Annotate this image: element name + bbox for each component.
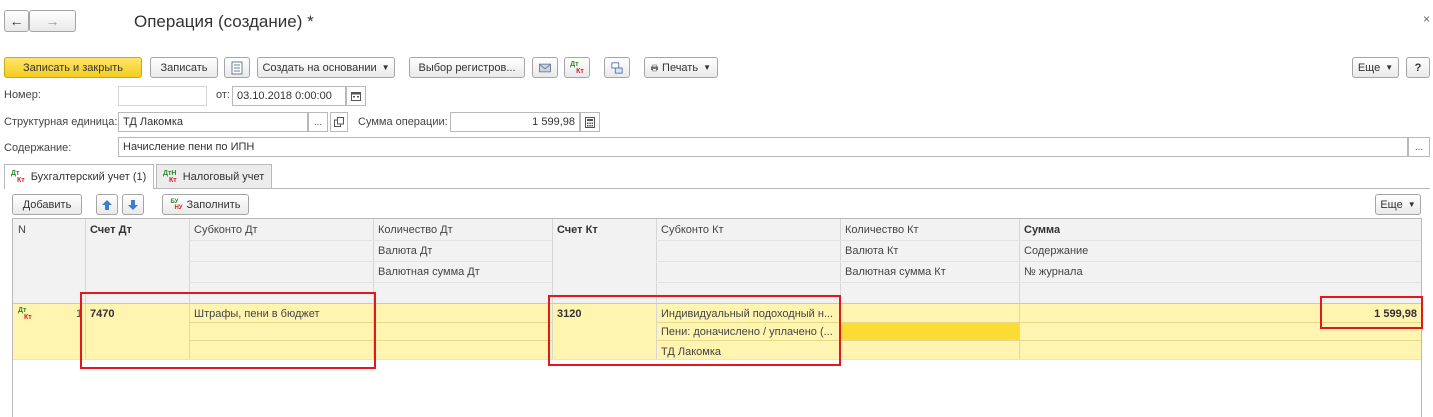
move-down-button[interactable] (122, 194, 144, 215)
envelope-icon (539, 63, 551, 72)
col-header-currency-kt[interactable]: Валюта Кт (845, 245, 898, 257)
fill-button[interactable]: БУ НУ Заполнить (162, 194, 249, 215)
document-list-button[interactable] (224, 57, 250, 78)
annotation-box-account-kt (548, 295, 841, 366)
structure-button[interactable] (604, 57, 630, 78)
annotation-box-account-dt (80, 292, 376, 369)
tab-tax-label: Налоговый учет (182, 170, 265, 183)
fill-label: Заполнить (186, 198, 241, 211)
col-header-account-dt[interactable]: Счет Дт (90, 224, 132, 236)
move-up-button[interactable] (96, 194, 118, 215)
active-cell[interactable] (841, 322, 1019, 340)
col-header-subconto-kt[interactable]: Субконто Кт (661, 224, 724, 236)
dt-kt-icon: Дт Кт (570, 60, 584, 75)
calculator-button[interactable] (580, 112, 600, 132)
chevron-down-icon: ▼ (1407, 200, 1416, 209)
col-header-sum[interactable]: Сумма (1024, 224, 1060, 236)
tab-strip-line (4, 188, 1430, 189)
more-button[interactable]: Еще ▼ (1352, 57, 1399, 78)
sum-value: 1 599,98 (532, 116, 575, 128)
unit-select-button[interactable]: ... (308, 112, 328, 132)
close-icon[interactable]: × (1423, 12, 1430, 26)
col-header-quantity-dt[interactable]: Количество Дт (378, 224, 453, 236)
unit-label: Структурная единица: (4, 116, 118, 128)
save-and-close-button[interactable]: Записать и закрыть (4, 57, 142, 78)
calendar-button[interactable] (346, 86, 366, 106)
col-header-n[interactable]: N (18, 224, 26, 236)
add-button[interactable]: Добавить (12, 194, 82, 215)
unit-open-button[interactable] (330, 112, 348, 132)
number-label: Номер: (4, 89, 41, 101)
dt-kt-button[interactable]: Дт Кт (564, 57, 590, 78)
content-field[interactable]: Начисление пени по ИПН (118, 137, 1408, 157)
content-select-button[interactable]: ... (1408, 137, 1430, 157)
table-more-label: Еще (1380, 198, 1403, 211)
col-header-quantity-kt[interactable]: Количество Кт (845, 224, 919, 236)
col-header-subconto-dt[interactable]: Субконто Дт (194, 224, 258, 236)
save-button[interactable]: Записать (150, 57, 218, 78)
help-button[interactable]: ? (1406, 57, 1430, 78)
table-more-button[interactable]: Еще ▼ (1375, 194, 1421, 215)
window-title: Операция (создание) * (134, 12, 314, 31)
date-field[interactable]: 03.10.2018 0:00:00 (232, 86, 346, 106)
date-label: от: (216, 89, 230, 101)
chevron-down-icon: ▼ (1385, 63, 1394, 72)
open-icon (334, 117, 344, 127)
create-based-on-label: Создать на основании (262, 61, 377, 74)
tab-accounting[interactable]: Дт Кт Бухгалтерский учет (1) (4, 164, 154, 189)
chevron-down-icon: ▼ (381, 63, 390, 72)
content-label: Содержание: (4, 142, 72, 154)
select-registers-button[interactable]: Выбор регистров... (409, 57, 525, 78)
more-label: Еще (1357, 61, 1381, 74)
calendar-icon (351, 92, 361, 101)
annotation-box-sum (1320, 296, 1423, 329)
print-button[interactable]: Печать ▼ (644, 57, 718, 78)
calculator-icon (585, 116, 595, 128)
forward-button[interactable]: → (29, 10, 76, 32)
dt-kt-row-icon: Дт Кт (18, 307, 32, 321)
col-header-journal[interactable]: № журнала (1024, 266, 1083, 278)
col-header-content[interactable]: Содержание (1024, 245, 1088, 257)
create-based-on-button[interactable]: Создать на основании ▼ (257, 57, 395, 78)
chevron-down-icon: ▼ (703, 63, 711, 72)
tab-accounting-label: Бухгалтерский учет (1) (30, 171, 147, 183)
structure-icon (611, 61, 623, 74)
dt-kt-icon: Дт Кт (11, 170, 25, 184)
print-label: Печать (662, 61, 699, 74)
dt-kt-tax-icon: ДтН Кт (163, 169, 177, 184)
envelope-button[interactable] (532, 57, 558, 78)
number-field[interactable] (118, 86, 207, 106)
arrow-down-icon (128, 199, 138, 210)
col-header-currency-dt[interactable]: Валюта Дт (378, 245, 432, 257)
list-icon (231, 61, 243, 74)
unit-field[interactable]: ТД Лакомка (118, 112, 308, 132)
sum-field[interactable]: 1 599,98 (450, 112, 580, 132)
col-header-currency-sum-kt[interactable]: Валютная сумма Кт (845, 266, 946, 278)
col-header-account-kt[interactable]: Счет Кт (557, 224, 598, 236)
printer-icon (651, 64, 659, 71)
arrow-up-icon (102, 199, 112, 210)
back-button[interactable]: ← (4, 10, 29, 32)
col-header-currency-sum-dt[interactable]: Валютная сумма Дт (378, 266, 480, 278)
bu-nu-icon: БУ НУ (170, 198, 183, 211)
sum-label: Сумма операции: (358, 116, 448, 128)
tab-tax[interactable]: ДтН Кт Налоговый учет (156, 164, 272, 188)
